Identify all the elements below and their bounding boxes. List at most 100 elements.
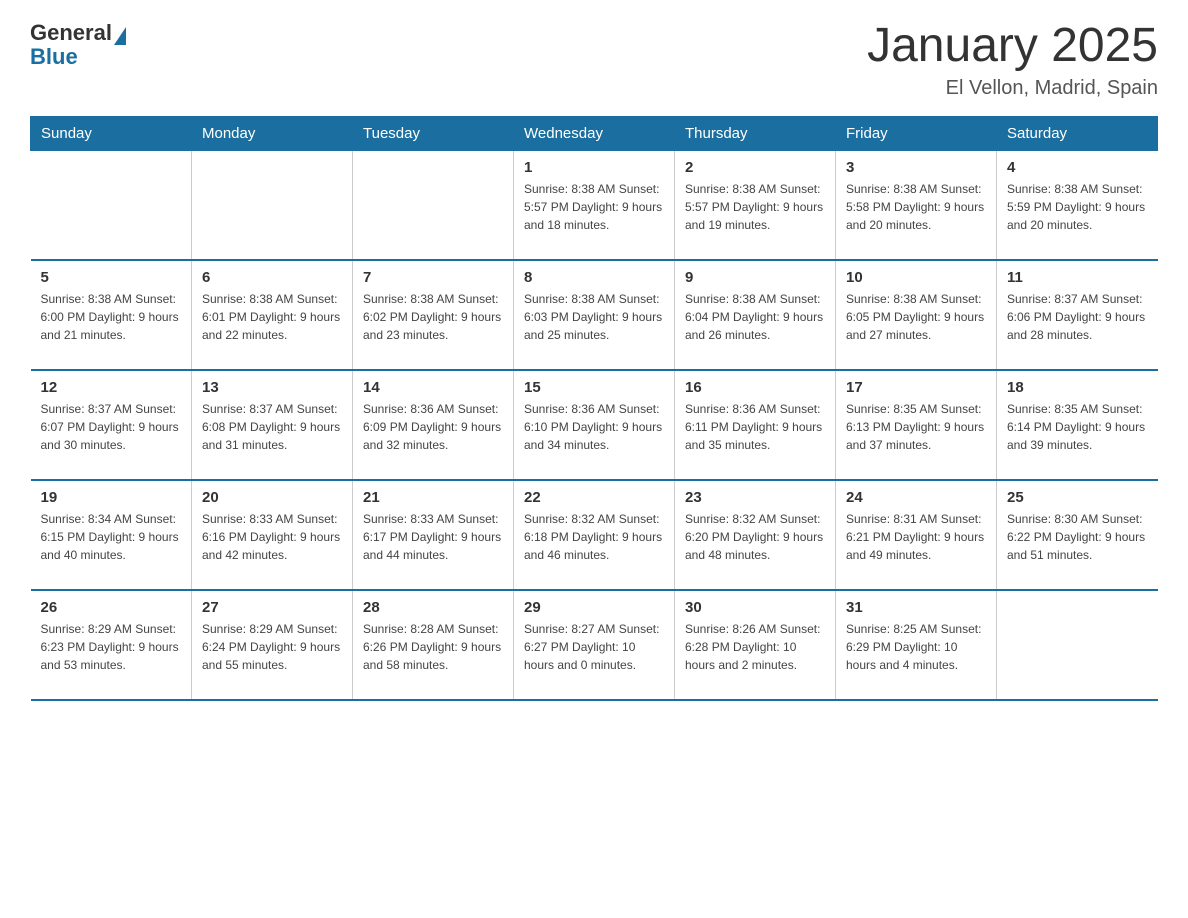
day-of-week-header: Tuesday: [353, 116, 514, 150]
day-info: Sunrise: 8:29 AM Sunset: 6:24 PM Dayligh…: [202, 620, 342, 674]
day-number: 15: [524, 379, 664, 396]
day-number: 10: [846, 269, 986, 286]
calendar-week-row: 5 Sunrise: 8:38 AM Sunset: 6:00 PM Daylig…: [31, 260, 1158, 370]
day-number: 31: [846, 599, 986, 616]
day-number: 28: [363, 599, 503, 616]
day-number: 25: [1007, 489, 1148, 506]
calendar-cell: 28 Sunrise: 8:28 AM Sunset: 6:26 PM Dayli…: [353, 590, 514, 700]
calendar-cell: 6 Sunrise: 8:38 AM Sunset: 6:01 PM Daylig…: [192, 260, 353, 370]
day-number: 14: [363, 379, 503, 396]
day-number: 5: [41, 269, 182, 286]
day-info: Sunrise: 8:38 AM Sunset: 6:01 PM Dayligh…: [202, 290, 342, 344]
calendar-cell: 31 Sunrise: 8:25 AM Sunset: 6:29 PM Dayli…: [836, 590, 997, 700]
day-number: 12: [41, 379, 182, 396]
calendar-cell: 19 Sunrise: 8:34 AM Sunset: 6:15 PM Dayli…: [31, 480, 192, 590]
day-number: 22: [524, 489, 664, 506]
day-info: Sunrise: 8:28 AM Sunset: 6:26 PM Dayligh…: [363, 620, 503, 674]
calendar-cell: 14 Sunrise: 8:36 AM Sunset: 6:09 PM Dayli…: [353, 370, 514, 480]
calendar-cell: [192, 150, 353, 260]
logo-triangle-icon: [114, 27, 126, 45]
calendar-cell: 24 Sunrise: 8:31 AM Sunset: 6:21 PM Dayli…: [836, 480, 997, 590]
day-info: Sunrise: 8:31 AM Sunset: 6:21 PM Dayligh…: [846, 510, 986, 564]
day-number: 24: [846, 489, 986, 506]
day-info: Sunrise: 8:35 AM Sunset: 6:14 PM Dayligh…: [1007, 400, 1148, 454]
day-info: Sunrise: 8:38 AM Sunset: 6:02 PM Dayligh…: [363, 290, 503, 344]
day-info: Sunrise: 8:29 AM Sunset: 6:23 PM Dayligh…: [41, 620, 182, 674]
calendar-cell: 12 Sunrise: 8:37 AM Sunset: 6:07 PM Dayli…: [31, 370, 192, 480]
calendar-cell: 17Sunrise: 8:35 AM Sunset: 6:13 PM Dayli…: [836, 370, 997, 480]
day-info: Sunrise: 8:38 AM Sunset: 6:04 PM Dayligh…: [685, 290, 825, 344]
calendar-cell: 20 Sunrise: 8:33 AM Sunset: 6:16 PM Dayli…: [192, 480, 353, 590]
calendar-week-row: 12 Sunrise: 8:37 AM Sunset: 6:07 PM Dayli…: [31, 370, 1158, 480]
day-number: 1: [524, 159, 664, 176]
calendar-cell: 3Sunrise: 8:38 AM Sunset: 5:58 PM Daylig…: [836, 150, 997, 260]
calendar-cell: 1 Sunrise: 8:38 AM Sunset: 5:57 PM Daylig…: [514, 150, 675, 260]
day-info: Sunrise: 8:37 AM Sunset: 6:07 PM Dayligh…: [41, 400, 182, 454]
calendar-cell: [31, 150, 192, 260]
calendar-week-row: 26 Sunrise: 8:29 AM Sunset: 6:23 PM Dayli…: [31, 590, 1158, 700]
day-info: Sunrise: 8:37 AM Sunset: 6:08 PM Dayligh…: [202, 400, 342, 454]
calendar-cell: 15 Sunrise: 8:36 AM Sunset: 6:10 PM Dayli…: [514, 370, 675, 480]
day-info: Sunrise: 8:33 AM Sunset: 6:17 PM Dayligh…: [363, 510, 503, 564]
day-of-week-header: Sunday: [31, 116, 192, 150]
calendar-cell: 11Sunrise: 8:37 AM Sunset: 6:06 PM Dayli…: [997, 260, 1158, 370]
day-info: Sunrise: 8:25 AM Sunset: 6:29 PM Dayligh…: [846, 620, 986, 674]
page-header: General Blue January 2025 El Vellon, Mad…: [30, 20, 1158, 100]
calendar-cell: 8Sunrise: 8:38 AM Sunset: 6:03 PM Daylig…: [514, 260, 675, 370]
day-number: 21: [363, 489, 503, 506]
days-of-week-row: SundayMondayTuesdayWednesdayThursdayFrid…: [31, 116, 1158, 150]
calendar-cell: 5 Sunrise: 8:38 AM Sunset: 6:00 PM Daylig…: [31, 260, 192, 370]
month-title: January 2025: [867, 20, 1158, 73]
calendar-cell: 22Sunrise: 8:32 AM Sunset: 6:18 PM Dayli…: [514, 480, 675, 590]
day-info: Sunrise: 8:33 AM Sunset: 6:16 PM Dayligh…: [202, 510, 342, 564]
calendar-cell: 7 Sunrise: 8:38 AM Sunset: 6:02 PM Daylig…: [353, 260, 514, 370]
day-number: 9: [685, 269, 825, 286]
day-number: 26: [41, 599, 182, 616]
day-number: 6: [202, 269, 342, 286]
day-number: 7: [363, 269, 503, 286]
day-info: Sunrise: 8:38 AM Sunset: 5:57 PM Dayligh…: [685, 180, 825, 234]
day-info: Sunrise: 8:26 AM Sunset: 6:28 PM Dayligh…: [685, 620, 825, 674]
calendar-cell: [353, 150, 514, 260]
calendar-cell: 2 Sunrise: 8:38 AM Sunset: 5:57 PM Daylig…: [675, 150, 836, 260]
calendar-week-row: 19 Sunrise: 8:34 AM Sunset: 6:15 PM Dayli…: [31, 480, 1158, 590]
day-info: Sunrise: 8:38 AM Sunset: 5:59 PM Dayligh…: [1007, 180, 1148, 234]
calendar-table: SundayMondayTuesdayWednesdayThursdayFrid…: [30, 116, 1158, 702]
day-of-week-header: Friday: [836, 116, 997, 150]
day-info: Sunrise: 8:30 AM Sunset: 6:22 PM Dayligh…: [1007, 510, 1148, 564]
day-info: Sunrise: 8:38 AM Sunset: 6:00 PM Dayligh…: [41, 290, 182, 344]
day-info: Sunrise: 8:34 AM Sunset: 6:15 PM Dayligh…: [41, 510, 182, 564]
calendar-cell: 9 Sunrise: 8:38 AM Sunset: 6:04 PM Daylig…: [675, 260, 836, 370]
day-of-week-header: Monday: [192, 116, 353, 150]
logo-blue-text: Blue: [30, 44, 126, 70]
calendar-cell: 27 Sunrise: 8:29 AM Sunset: 6:24 PM Dayli…: [192, 590, 353, 700]
day-number: 8: [524, 269, 664, 286]
day-info: Sunrise: 8:36 AM Sunset: 6:10 PM Dayligh…: [524, 400, 664, 454]
day-number: 20: [202, 489, 342, 506]
location-label: El Vellon, Madrid, Spain: [867, 77, 1158, 100]
day-info: Sunrise: 8:27 AM Sunset: 6:27 PM Dayligh…: [524, 620, 664, 674]
day-number: 11: [1007, 269, 1148, 286]
day-info: Sunrise: 8:35 AM Sunset: 6:13 PM Dayligh…: [846, 400, 986, 454]
logo-general-text: General: [30, 20, 112, 45]
calendar-cell: 10 Sunrise: 8:38 AM Sunset: 6:05 PM Dayli…: [836, 260, 997, 370]
day-number: 4: [1007, 159, 1148, 176]
calendar-cell: 21 Sunrise: 8:33 AM Sunset: 6:17 PM Dayli…: [353, 480, 514, 590]
calendar-cell: 29 Sunrise: 8:27 AM Sunset: 6:27 PM Dayli…: [514, 590, 675, 700]
day-number: 19: [41, 489, 182, 506]
day-number: 2: [685, 159, 825, 176]
calendar-cell: [997, 590, 1158, 700]
calendar-cell: 26 Sunrise: 8:29 AM Sunset: 6:23 PM Dayli…: [31, 590, 192, 700]
day-info: Sunrise: 8:36 AM Sunset: 6:09 PM Dayligh…: [363, 400, 503, 454]
calendar-cell: 23Sunrise: 8:32 AM Sunset: 6:20 PM Dayli…: [675, 480, 836, 590]
calendar-cell: 25 Sunrise: 8:30 AM Sunset: 6:22 PM Dayli…: [997, 480, 1158, 590]
day-info: Sunrise: 8:36 AM Sunset: 6:11 PM Dayligh…: [685, 400, 825, 454]
day-number: 29: [524, 599, 664, 616]
calendar-cell: 18Sunrise: 8:35 AM Sunset: 6:14 PM Dayli…: [997, 370, 1158, 480]
day-info: Sunrise: 8:38 AM Sunset: 5:57 PM Dayligh…: [524, 180, 664, 234]
day-info: Sunrise: 8:38 AM Sunset: 6:05 PM Dayligh…: [846, 290, 986, 344]
day-info: Sunrise: 8:32 AM Sunset: 6:20 PM Dayligh…: [685, 510, 825, 564]
day-number: 27: [202, 599, 342, 616]
calendar-week-row: 1 Sunrise: 8:38 AM Sunset: 5:57 PM Daylig…: [31, 150, 1158, 260]
day-of-week-header: Saturday: [997, 116, 1158, 150]
